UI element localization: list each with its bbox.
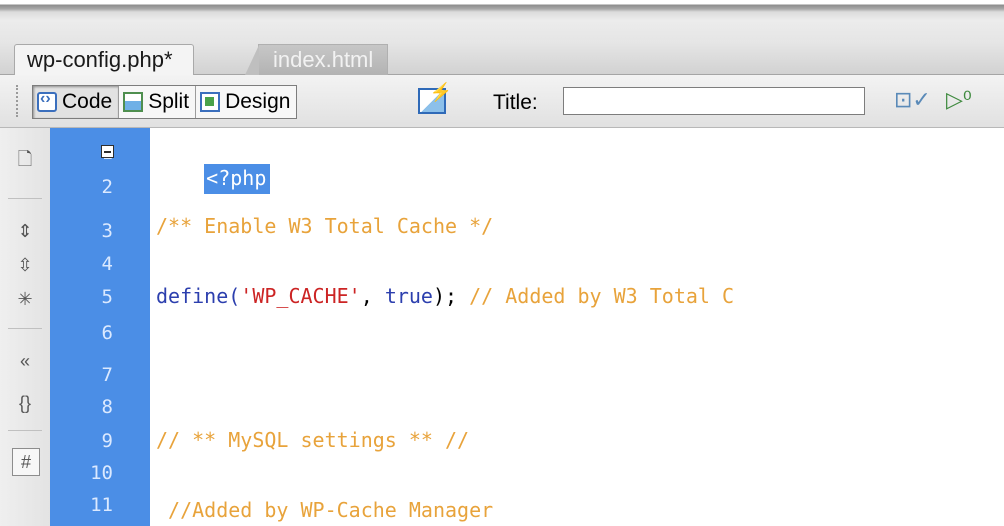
coding-toolbar: 🗋 ⇕ ⇳ ✳ « {} #: [0, 128, 51, 526]
php-open-tag: <?php: [204, 164, 271, 194]
file-menu-icon[interactable]: 🗋: [12, 146, 38, 172]
collapse-tag-icon[interactable]: ⇕: [12, 218, 38, 244]
line-number: 4: [101, 253, 113, 275]
balance-braces-icon[interactable]: {}: [12, 390, 38, 416]
format-source-icon[interactable]: #: [12, 448, 40, 476]
view-mode-group: Code Split Design: [32, 85, 298, 119]
design-view-button[interactable]: Design: [196, 86, 296, 118]
document-tabs: wp-config.php* index.html: [0, 40, 1004, 75]
validate-markup-icon[interactable]: ⊡✓: [894, 87, 931, 115]
line-number: 3: [101, 220, 113, 242]
wp-cache-string: 'WP_CACHE': [240, 284, 361, 308]
preview-browser-icon[interactable]: ▷⁰: [946, 87, 980, 115]
code-line-1: <?php: [156, 142, 271, 214]
line-number: 5: [101, 286, 113, 308]
split-view-button[interactable]: Split: [119, 86, 197, 118]
line-number: 8: [101, 396, 113, 418]
line-number: 2: [101, 176, 113, 198]
code-line-3: /** Enable W3 Total Cache */: [156, 214, 494, 238]
fold-toggle-icon[interactable]: [101, 145, 114, 158]
code-line-11: //Added by WP-Cache Manager: [156, 498, 494, 522]
code-view-label: Code: [62, 90, 113, 113]
tab-index-html[interactable]: index.html: [244, 44, 389, 75]
split-view-label: Split: [148, 90, 190, 113]
divider: [8, 198, 42, 199]
line-number: 6: [101, 322, 113, 344]
code-view-icon: [37, 90, 57, 112]
comma: ,: [360, 284, 385, 308]
design-view-label: Design: [225, 90, 291, 113]
inline-comment: // Added by W3 Total C: [457, 284, 735, 308]
document-toolbar: Code Split Design Title: ⊡✓ ▷⁰: [0, 75, 1004, 128]
define-keyword: define(: [156, 284, 241, 308]
live-view-icon[interactable]: [418, 82, 452, 114]
select-parent-tag-icon[interactable]: «: [12, 348, 38, 374]
design-view-icon: [200, 92, 221, 112]
split-view-icon: [123, 92, 144, 112]
title-input[interactable]: [563, 87, 865, 115]
divider: [8, 328, 42, 329]
toolbar-grip[interactable]: [16, 85, 23, 117]
line-number: 10: [90, 462, 113, 484]
window-chrome: [0, 0, 1004, 40]
line-number: 7: [101, 364, 113, 386]
statement-end: );: [432, 284, 458, 308]
code-editor[interactable]: <?php /** Enable W3 Total Cache */ defin…: [150, 128, 1004, 526]
expand-all-icon[interactable]: ✳: [12, 286, 38, 312]
title-label: Title:: [493, 91, 538, 114]
tab-wp-config[interactable]: wp-config.php*: [14, 44, 194, 75]
code-line-5: define('WP_CACHE', true); // Added by W3…: [156, 284, 734, 308]
line-number-gutter: 1 2 3 4 5 6 7 8 9 10 11: [50, 128, 150, 526]
true-keyword: true: [384, 284, 433, 308]
code-line-9: // ** MySQL settings ** //: [156, 428, 470, 452]
collapse-selection-icon[interactable]: ⇳: [12, 252, 38, 278]
line-number: 11: [90, 494, 113, 516]
divider: [8, 430, 42, 431]
code-view-button[interactable]: Code: [33, 86, 120, 118]
line-number: 9: [101, 430, 113, 452]
